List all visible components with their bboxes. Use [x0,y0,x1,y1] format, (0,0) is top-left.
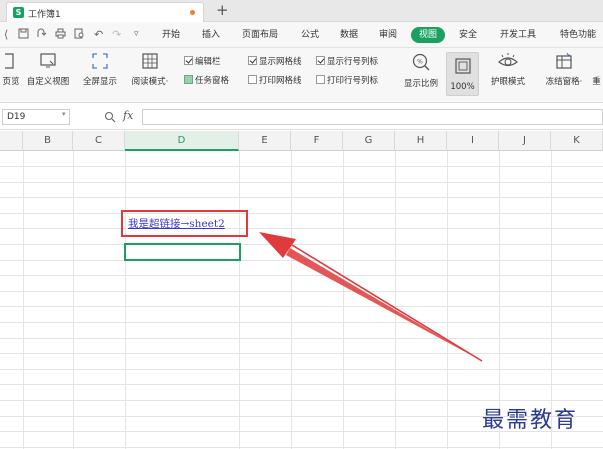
watermark-text: 最需教育 [482,408,579,433]
annotation-arrow [259,232,483,362]
